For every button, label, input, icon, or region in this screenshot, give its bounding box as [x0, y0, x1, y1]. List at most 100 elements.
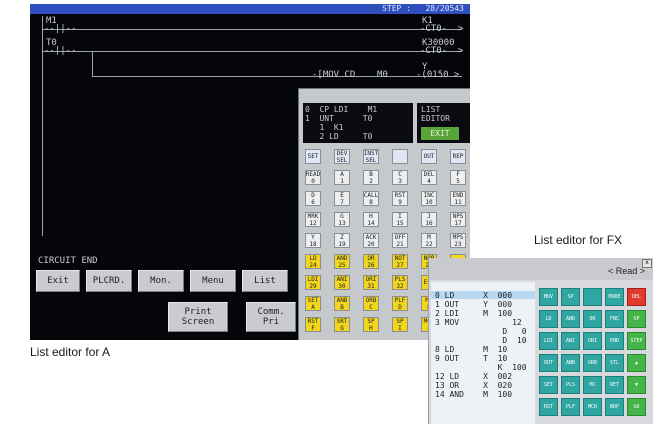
fx-key[interactable]: FNC	[605, 310, 624, 328]
fx-key[interactable]: MCR	[583, 398, 602, 416]
editor-key[interactable]: NPS 17	[450, 212, 466, 227]
editor-key[interactable]: A 1	[334, 170, 350, 185]
fx-key[interactable]: NOP	[605, 398, 624, 416]
editor-key[interactable]: NOT 27	[392, 254, 408, 269]
list-line[interactable]: 12 LD X 002	[435, 373, 512, 381]
editor-key[interactable]: SET	[305, 149, 321, 164]
fx-key[interactable]: LD	[539, 310, 558, 328]
list-line[interactable]: 3 MOV 12	[435, 319, 522, 327]
editor-key[interactable]: AND 25	[334, 254, 350, 269]
list-line[interactable]: D 0	[435, 328, 526, 336]
fx-key[interactable]: GO	[627, 398, 646, 416]
list-line[interactable]: 8 LD M 10	[435, 346, 507, 354]
fx-key[interactable]: MC	[583, 376, 602, 394]
editor-key[interactable]: J 16	[421, 212, 437, 227]
list-line[interactable]: 14 AND M 100	[435, 391, 512, 399]
editor-key[interactable]: MRK 12	[305, 212, 321, 227]
editor-key[interactable]: REP	[450, 149, 466, 164]
fx-key[interactable]: OR	[583, 310, 602, 328]
fx-key[interactable]: STL	[605, 354, 624, 372]
fx-key[interactable]: RST	[539, 398, 558, 416]
editor-key[interactable]: LDI 29	[305, 275, 321, 290]
editor-key[interactable]: ORB C	[363, 296, 379, 311]
editor-key[interactable]: E 7	[334, 191, 350, 206]
coil-text: -CT0- >	[420, 46, 464, 56]
menu-button[interactable]: Menu	[190, 270, 236, 292]
fx-key[interactable]: OUT	[539, 354, 558, 372]
editor-key[interactable]: SRT G	[334, 317, 350, 332]
editor-key[interactable]: ANI 30	[334, 275, 350, 290]
editor-key[interactable]: Z 19	[334, 233, 350, 248]
editor-key[interactable]: CALL 8	[363, 191, 379, 206]
editor-key[interactable]: LD 24	[305, 254, 321, 269]
list-editor-a-screen: STEP : 28/20543 M1 --||-- T0 --||-- K1 -…	[30, 4, 470, 340]
editor-key[interactable]: END 11	[450, 191, 466, 206]
fx-key[interactable]: DEL	[627, 288, 646, 306]
fx-key[interactable]: RET	[605, 376, 624, 394]
fx-key[interactable]: PLF	[561, 398, 580, 416]
editor-key[interactable]: ORI 31	[363, 275, 379, 290]
list-line[interactable]: 0 LD X 000	[435, 292, 512, 300]
fx-key[interactable]: ORI	[583, 332, 602, 350]
editor-key[interactable]: C 3	[392, 170, 408, 185]
fx-key[interactable]: MORE	[605, 288, 624, 306]
editor-key[interactable]: PLF D	[392, 296, 408, 311]
list-line[interactable]: D 10	[435, 337, 526, 345]
editor-key[interactable]: SP I	[392, 317, 408, 332]
editor-key[interactable]: B 2	[363, 170, 379, 185]
list-line[interactable]: 13 OR X 020	[435, 382, 512, 390]
editor-key[interactable]: READ 0	[305, 170, 321, 185]
editor-key[interactable]: OUT	[421, 149, 437, 164]
editor-key[interactable]	[392, 149, 408, 164]
editor-key[interactable]: INC 10	[421, 191, 437, 206]
editor-key[interactable]: DEL 4	[421, 170, 437, 185]
editor-key[interactable]: H 14	[363, 212, 379, 227]
fx-key[interactable]: SP	[627, 310, 646, 328]
comment-print-button[interactable]: Comm. Pri	[246, 302, 296, 332]
list-button[interactable]: List	[242, 270, 288, 292]
print-screen-button[interactable]: Print Screen	[168, 302, 228, 332]
editor-key[interactable]: RST F	[305, 317, 321, 332]
fx-key[interactable]: AND	[561, 310, 580, 328]
editor-key[interactable]: I 15	[392, 212, 408, 227]
fx-key[interactable]: ▲	[627, 354, 646, 372]
list-line[interactable]: 9 OUT T 10	[435, 355, 507, 363]
editor-key[interactable]: ACK 20	[363, 233, 379, 248]
editor-key[interactable]: F 5	[450, 170, 466, 185]
fx-key[interactable]: END	[605, 332, 624, 350]
fx-key[interactable]: MOV	[539, 288, 558, 306]
editor-key[interactable]: G 13	[334, 212, 350, 227]
editor-key[interactable]: MPS 23	[450, 233, 466, 248]
editor-key[interactable]: ANB B	[334, 296, 350, 311]
editor-key[interactable]: SET A	[305, 296, 321, 311]
plc-read-button[interactable]: PLCRD.	[86, 270, 132, 292]
editor-key[interactable]: DEV SEL	[334, 149, 350, 164]
exit-button[interactable]: Exit	[36, 270, 80, 292]
editor-key[interactable]: OFF 21	[392, 233, 408, 248]
fx-key[interactable]: SP	[561, 288, 580, 306]
editor-key[interactable]: D 6	[305, 191, 321, 206]
read-mode-label[interactable]: < Read >	[608, 266, 645, 276]
fx-key[interactable]: LDI	[539, 332, 558, 350]
list-line[interactable]: 1 OUT Y 000	[435, 301, 512, 309]
editor-key[interactable]: OR 26	[363, 254, 379, 269]
editor-key[interactable]: PLS 32	[392, 275, 408, 290]
list-line[interactable]: K 100	[435, 364, 527, 372]
monitor-button[interactable]: Mon.	[138, 270, 184, 292]
editor-key[interactable]: M 22	[421, 233, 437, 248]
editor-key[interactable]: INST SEL	[363, 149, 379, 164]
list-line[interactable]: 2 LDI M 100	[435, 310, 512, 318]
editor-key[interactable]: RST 9	[392, 191, 408, 206]
fx-key[interactable]	[583, 288, 602, 306]
editor-key[interactable]: SP H	[363, 317, 379, 332]
editor-exit-button[interactable]: EXIT	[421, 127, 459, 140]
fx-key[interactable]: ANB	[561, 354, 580, 372]
fx-key[interactable]: ORB	[583, 354, 602, 372]
close-icon[interactable]: x	[642, 259, 652, 268]
fx-key[interactable]: ▼	[627, 376, 646, 394]
fx-key[interactable]: PLS	[561, 376, 580, 394]
fx-key[interactable]: ANI	[561, 332, 580, 350]
fx-key[interactable]: SET	[539, 376, 558, 394]
fx-key[interactable]: STEP	[627, 332, 646, 350]
editor-key[interactable]: Y 18	[305, 233, 321, 248]
